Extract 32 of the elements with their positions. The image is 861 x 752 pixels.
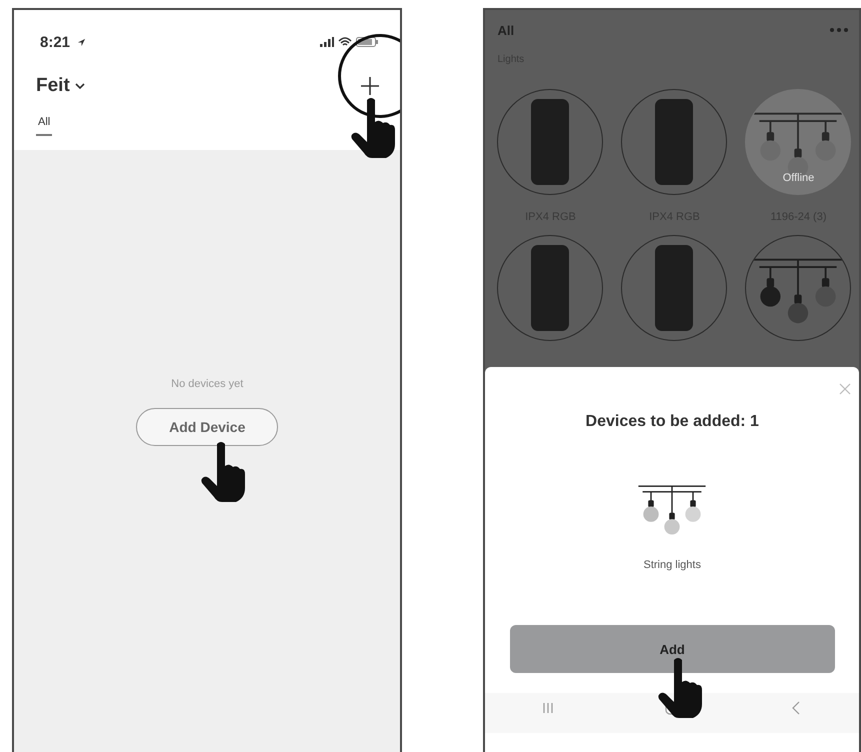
page-title: All (497, 22, 514, 38)
light-strip-icon (531, 99, 570, 185)
device-name: String lights (644, 559, 701, 571)
clock-time: 8:21 (40, 34, 70, 50)
hand-pointer-icon (200, 440, 246, 502)
device-tile[interactable] (621, 235, 728, 341)
sheet-title: Devices to be added: 1 (586, 413, 759, 431)
light-strip-icon (531, 245, 570, 331)
wifi-icon (338, 37, 352, 47)
hand-pointer-icon (350, 96, 396, 158)
add-device-button[interactable]: Add Device (136, 408, 278, 446)
hand-pointer-icon (657, 656, 704, 718)
tab[interactable]: All (36, 116, 52, 136)
device-tile[interactable] (497, 235, 604, 341)
device-tile[interactable] (621, 89, 728, 195)
recent-apps-icon[interactable] (540, 701, 555, 715)
status-label: Offline (782, 172, 814, 184)
location-arrow-icon (77, 38, 86, 46)
light-strip-icon (655, 99, 694, 185)
empty-message: No devices yet (171, 378, 244, 390)
home-name[interactable]: Feit (36, 75, 70, 97)
add-icon[interactable] (360, 76, 380, 96)
light-strip-icon (655, 245, 694, 331)
device-tile[interactable] (745, 235, 852, 341)
battery-icon (356, 37, 378, 47)
signal-icon (320, 37, 334, 47)
close-icon[interactable] (839, 383, 851, 395)
device-tile[interactable]: Offline (745, 89, 852, 195)
add-button[interactable]: Add (510, 625, 835, 673)
more-icon[interactable] (829, 27, 849, 33)
device-tile[interactable] (497, 89, 604, 195)
chevron-down-icon[interactable] (74, 83, 85, 89)
